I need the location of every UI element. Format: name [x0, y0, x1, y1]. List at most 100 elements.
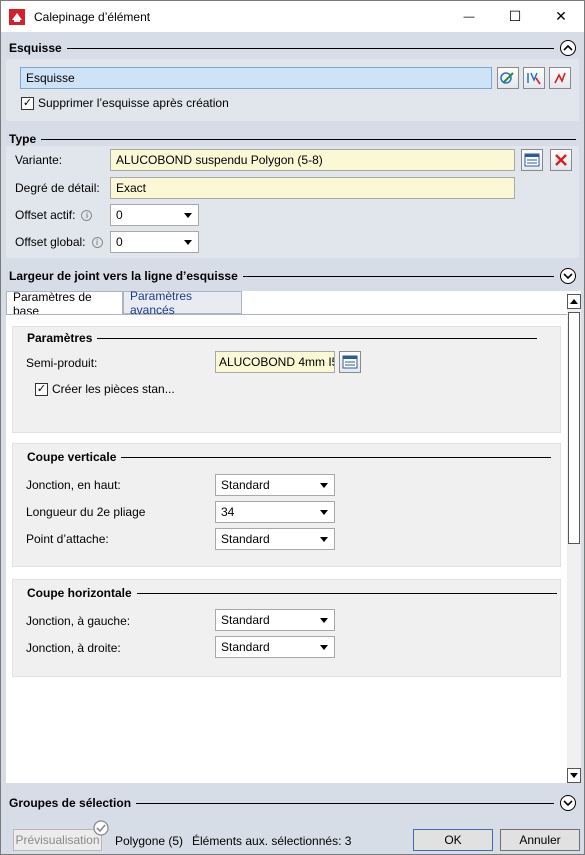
coupe-verticale-title: Coupe verticale [27, 450, 552, 464]
esquisse-field[interactable]: Esquisse [20, 67, 492, 89]
type-panel: Variante: ALUCOBOND suspendu Polygon (5-… [6, 146, 579, 258]
variante-field[interactable]: ALUCOBOND suspendu Polygon (5-8) [110, 149, 515, 171]
preview-status-icon [93, 820, 109, 836]
detail-field[interactable]: Exact [110, 177, 515, 199]
info-icon: i [81, 210, 93, 222]
esquisse-panel: Esquisse ✓ Supprimer l’esquisse après cr… [6, 59, 579, 121]
coupe-horizontale-title: Coupe horizontale [27, 586, 557, 600]
creer-pieces-checkbox[interactable]: ✓ [35, 383, 48, 396]
cancel-button[interactable]: Annuler [500, 829, 580, 851]
arrow-up-icon [570, 299, 578, 304]
sketch-pick-icon [527, 72, 541, 85]
chevron-up-icon [563, 44, 573, 51]
creer-pieces-label: Créer les pièces stan... [52, 382, 175, 396]
joint-section-header: Largeur de joint vers la ligne d’esquiss… [9, 268, 576, 284]
point-attache-combo[interactable]: Standard [215, 528, 335, 550]
offset-global-combo[interactable]: 0 [110, 231, 199, 253]
ok-label: OK [444, 833, 462, 847]
longueur-pliage-label: Longueur du 2e pliage [26, 505, 146, 519]
combo-value: Standard [221, 532, 270, 546]
status-polygone: Polygone (5) [115, 834, 184, 848]
groupes-section-title: Groupes de sélection [9, 796, 132, 810]
detail-label: Degré de détail: [15, 181, 100, 195]
close-button[interactable]: ✕ [538, 1, 584, 32]
catalog-icon [342, 355, 358, 369]
scroll-thumb[interactable] [568, 312, 580, 544]
esquisse-section-title: Esquisse [9, 41, 62, 55]
expand-joint-button[interactable] [560, 268, 576, 284]
combo-value: Standard [221, 640, 270, 654]
combo-value: Standard [221, 478, 270, 492]
expand-groupes-button[interactable] [560, 795, 576, 811]
ok-button[interactable]: OK [413, 829, 493, 851]
dropdown-arrow-icon [320, 482, 328, 488]
dialog-window: Calepinage d’élément — ☐ ✕ Esquisse Esqu… [0, 0, 585, 855]
title-bar: Calepinage d’élément — ☐ ✕ [1, 1, 584, 32]
parametres-group: Paramètres Semi-produit: ALUCOBOND 4mm I… [12, 326, 561, 433]
draw-sketch-button[interactable] [549, 67, 571, 89]
collapse-esquisse-button[interactable] [560, 40, 576, 56]
longueur-pliage-combo[interactable]: 34 [215, 501, 335, 523]
variante-catalog-button[interactable] [521, 149, 543, 171]
sketch-draw-icon [554, 72, 566, 84]
tab-area: Paramètres de base Paramètres avancés Pa… [6, 288, 581, 783]
catalog-icon [524, 153, 540, 167]
tab-parametres-avances[interactable]: Paramètres avancés [123, 288, 242, 317]
dropdown-arrow-icon [320, 536, 328, 542]
combo-value: Standard [221, 613, 270, 627]
offset-global-value: 0 [116, 235, 123, 249]
groupes-section-header: Groupes de sélection [9, 795, 576, 811]
chevron-down-icon [563, 273, 573, 280]
status-elements: Éléments aux. sélectionnés: 3 [192, 834, 352, 848]
edit-sketch-icon [500, 72, 514, 84]
variante-delete-button[interactable] [550, 149, 572, 171]
offset-actif-label: Offset actif: i [15, 208, 93, 222]
delete-esquisse-checkbox[interactable]: ✓ [21, 97, 34, 110]
tab-content: Paramètres Semi-produit: ALUCOBOND 4mm I… [6, 314, 567, 783]
minimize-icon: — [463, 10, 475, 23]
coupe-horizontale-group: Coupe horizontale Jonction, à gauche: St… [12, 579, 561, 677]
maximize-button[interactable]: ☐ [492, 1, 538, 32]
scroll-down-button[interactable] [567, 768, 581, 783]
offset-global-label: Offset global: i [15, 235, 103, 249]
semi-produit-label: Semi-produit: [26, 356, 98, 370]
tab-parametres-base[interactable]: Paramètres de base [6, 290, 123, 318]
checkmark-icon: ✓ [36, 383, 47, 395]
variante-label: Variante: [15, 153, 63, 167]
jonction-droite-label: Jonction, à droite: [26, 641, 121, 655]
window-title: Calepinage d’élément [34, 9, 151, 24]
esquisse-section-header: Esquisse [9, 40, 576, 56]
joint-section-title: Largeur de joint vers la ligne d’esquiss… [9, 269, 238, 283]
jonction-haut-combo[interactable]: Standard [215, 474, 335, 496]
scroll-up-button[interactable] [567, 294, 581, 309]
jonction-gauche-combo[interactable]: Standard [215, 609, 335, 631]
dropdown-arrow-icon [320, 509, 328, 515]
semi-produit-catalog-button[interactable] [339, 351, 361, 373]
parametres-group-title: Paramètres [27, 331, 538, 345]
point-attache-label: Point d’attache: [26, 532, 109, 546]
dropdown-arrow-icon [320, 617, 328, 623]
edit-esquisse-button[interactable] [497, 67, 519, 89]
offset-actif-value: 0 [116, 208, 123, 222]
pick-sketch-button[interactable] [523, 67, 545, 89]
preview-label: Prévisualisation [15, 833, 100, 847]
jonction-droite-combo[interactable]: Standard [215, 636, 335, 658]
preview-button[interactable]: Prévisualisation [13, 829, 102, 851]
vertical-scrollbar[interactable] [567, 294, 581, 783]
semi-produit-field[interactable]: ALUCOBOND 4mm I5 [215, 351, 335, 373]
delete-x-icon [555, 154, 567, 166]
jonction-haut-label: Jonction, en haut: [26, 478, 121, 492]
delete-esquisse-label: Supprimer l’esquisse après création [38, 96, 229, 110]
minimize-button[interactable]: — [446, 1, 492, 32]
dropdown-arrow-icon [184, 239, 192, 245]
type-section-title: Type [9, 132, 37, 146]
checkmark-icon: ✓ [22, 97, 33, 109]
offset-actif-combo[interactable]: 0 [110, 204, 199, 226]
tab-label: Paramètres avancés [130, 288, 193, 317]
close-icon: ✕ [555, 8, 567, 24]
dropdown-arrow-icon [320, 644, 328, 650]
jonction-gauche-label: Jonction, à gauche: [26, 614, 131, 628]
cancel-label: Annuler [519, 833, 561, 847]
app-logo-icon [9, 8, 25, 25]
maximize-icon: ☐ [508, 8, 522, 24]
